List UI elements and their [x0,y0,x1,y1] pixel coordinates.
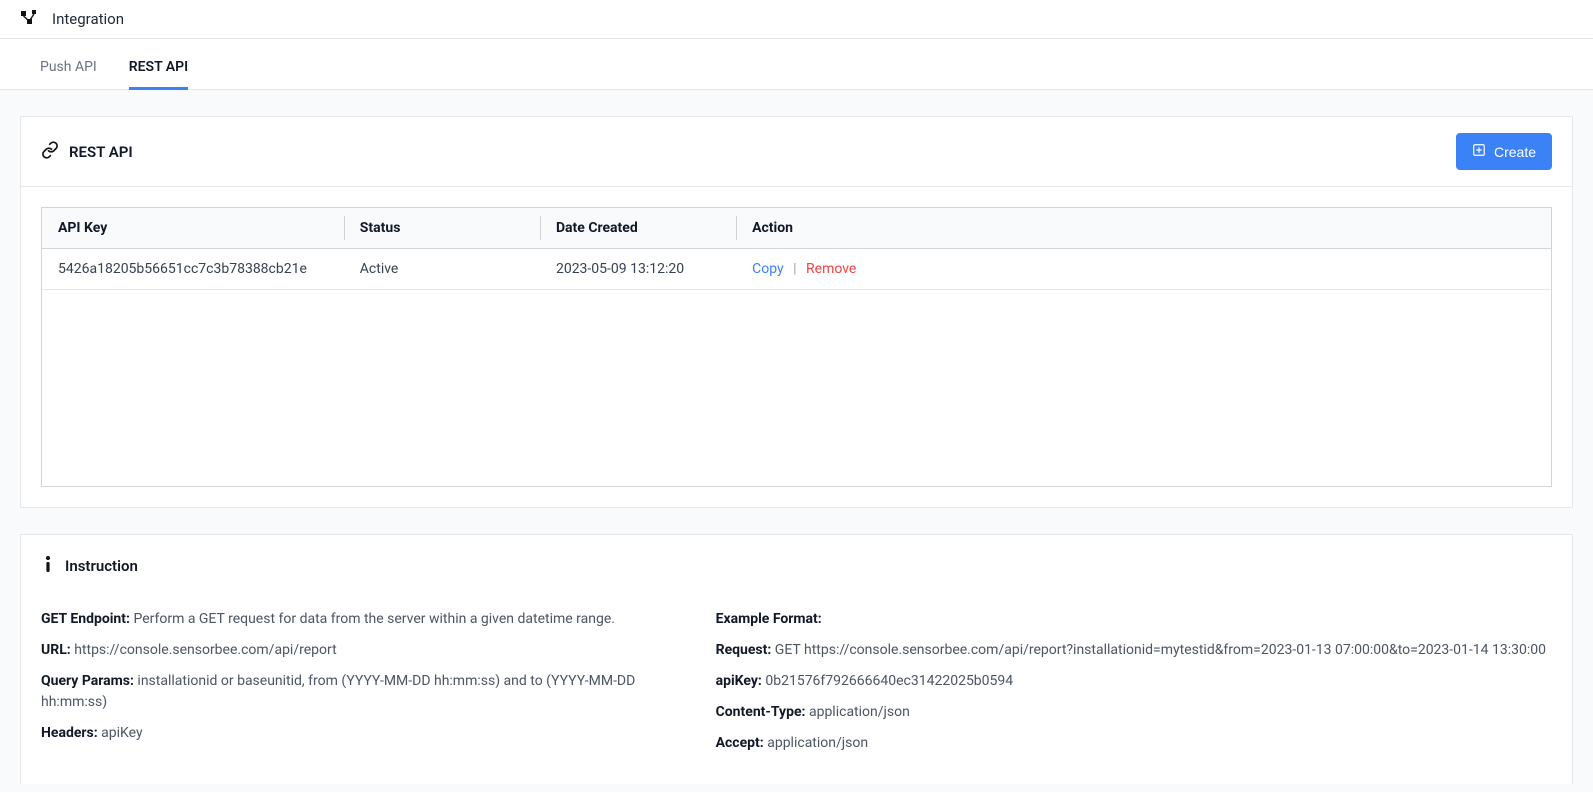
headers-line: Headers: apiKey [41,723,676,744]
tab-push-api[interactable]: Push API [40,39,97,90]
col-status: Status [344,208,540,249]
accept-text: application/json [767,735,868,751]
query-params-label: Query Params: [41,673,134,689]
info-icon [41,555,55,577]
tabs-bar: Push API REST API [0,39,1593,90]
get-endpoint-label: GET Endpoint: [41,611,130,627]
tab-rest-api[interactable]: REST API [129,39,188,90]
content-area: REST API Create [0,90,1593,792]
instruction-title: Instruction [65,557,138,575]
table-row: 5426a18205b56651cc7c3b78388cb21e Active … [42,249,1551,290]
rest-api-card-header: REST API Create [21,117,1572,187]
cell-status: Active [344,249,540,290]
instruction-body: GET Endpoint: Perform a GET request for … [21,581,1572,784]
link-icon [41,141,59,163]
apikey-label: apiKey: [716,673,762,689]
get-endpoint-line: GET Endpoint: Perform a GET request for … [41,609,676,630]
url-text: https://console.sensorbee.com/api/report [74,642,336,658]
rest-api-card: REST API Create [20,116,1573,508]
cell-action: Copy | Remove [736,249,1551,290]
example-format-line: Example Format: [716,609,1552,630]
request-label: Request: [716,642,772,658]
url-label: URL: [41,642,71,658]
request-line: Request: GET https://console.sensorbee.c… [716,640,1552,661]
create-button[interactable]: Create [1456,133,1552,170]
query-params-line: Query Params: installationid or baseunit… [41,671,676,713]
plus-square-icon [1472,143,1486,160]
instruction-header: Instruction [21,535,1572,581]
top-header: Integration [0,0,1593,39]
col-action: Action [736,208,1551,249]
page-title: Integration [52,10,124,28]
rest-api-title: REST API [69,143,133,161]
contenttype-line: Content-Type: application/json [716,702,1552,723]
integration-icon [20,10,38,28]
col-api-key: API Key [42,208,344,249]
cell-date-created: 2023-05-09 13:12:20 [540,249,736,290]
instruction-left-column: GET Endpoint: Perform a GET request for … [41,609,676,764]
headers-label: Headers: [41,725,98,741]
get-endpoint-text: Perform a GET request for data from the … [133,611,615,627]
contenttype-label: Content-Type: [716,704,806,720]
api-key-table-wrap: API Key Status Date Created Action 5426a… [41,207,1552,487]
instruction-right-column: Example Format: Request: GET https://con… [716,609,1552,764]
headers-text: apiKey [101,725,142,741]
remove-link[interactable]: Remove [806,261,856,277]
accept-label: Accept: [716,735,764,751]
create-button-label: Create [1494,144,1536,160]
url-line: URL: https://console.sensorbee.com/api/r… [41,640,676,661]
example-format-label: Example Format: [716,611,822,627]
request-text: GET https://console.sensorbee.com/api/re… [775,642,1546,658]
accept-line: Accept: application/json [716,733,1552,754]
col-date-created: Date Created [540,208,736,249]
cell-api-key: 5426a18205b56651cc7c3b78388cb21e [42,249,344,290]
apikey-line: apiKey: 0b21576f792666640ec31422025b0594 [716,671,1552,692]
copy-link[interactable]: Copy [752,261,784,277]
api-key-table: API Key Status Date Created Action 5426a… [42,208,1551,290]
action-separator: | [793,261,796,277]
apikey-text: 0b21576f792666640ec31422025b0594 [765,673,1013,689]
contenttype-text: application/json [809,704,910,720]
rest-api-card-body: API Key Status Date Created Action 5426a… [21,187,1572,507]
instruction-card: Instruction GET Endpoint: Perform a GET … [20,534,1573,784]
card-header-left: REST API [41,141,133,163]
table-header-row: API Key Status Date Created Action [42,208,1551,249]
